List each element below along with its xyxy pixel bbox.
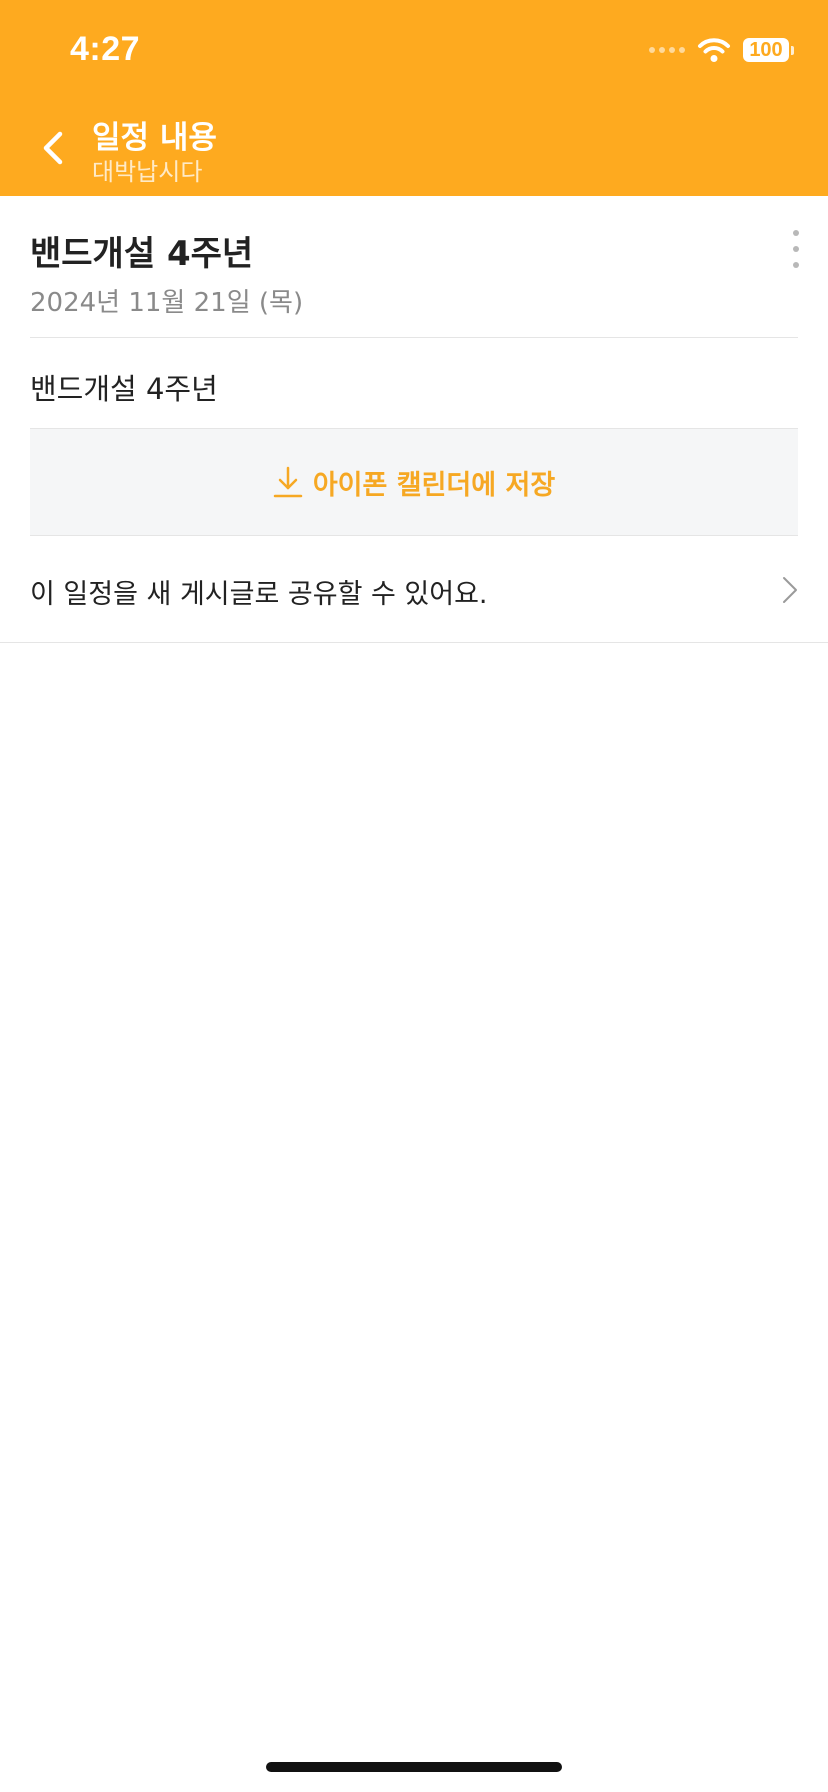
divider: [30, 337, 798, 338]
battery-icon: 100: [743, 38, 789, 62]
home-indicator[interactable]: [266, 1762, 562, 1772]
status-time: 4:27: [70, 30, 141, 68]
wifi-icon: [698, 38, 730, 62]
battery-tip: [791, 45, 794, 55]
share-as-post-label: 이 일정을 새 게시글로 공유할 수 있어요.: [30, 579, 488, 610]
save-to-calendar-button[interactable]: 아이폰 캘린더에 저장: [30, 429, 798, 535]
event-title: 밴드개설 4주년: [30, 234, 254, 274]
download-icon: [273, 466, 303, 498]
app-header: 4:27 100 일정 내용 대박납시다: [0, 0, 828, 196]
chevron-left-icon[interactable]: [36, 126, 72, 170]
status-indicators: 100: [649, 34, 794, 66]
cellular-signal-icon: [649, 47, 685, 53]
save-to-calendar-label: 아이폰 캘린더에 저장: [312, 469, 556, 501]
band-name: 대박납시다: [92, 158, 203, 186]
page-title: 일정 내용: [92, 120, 217, 156]
event-description: 밴드개설 4주년: [30, 372, 218, 406]
share-as-post-row[interactable]: 이 일정을 새 게시글로 공유할 수 있어요.: [0, 536, 828, 642]
battery-level: 100: [749, 38, 783, 61]
chevron-right-icon: [783, 577, 797, 603]
more-vertical-icon[interactable]: [784, 230, 808, 268]
event-date: 2024년 11월 21일 (목): [30, 288, 304, 318]
divider: [0, 642, 828, 643]
